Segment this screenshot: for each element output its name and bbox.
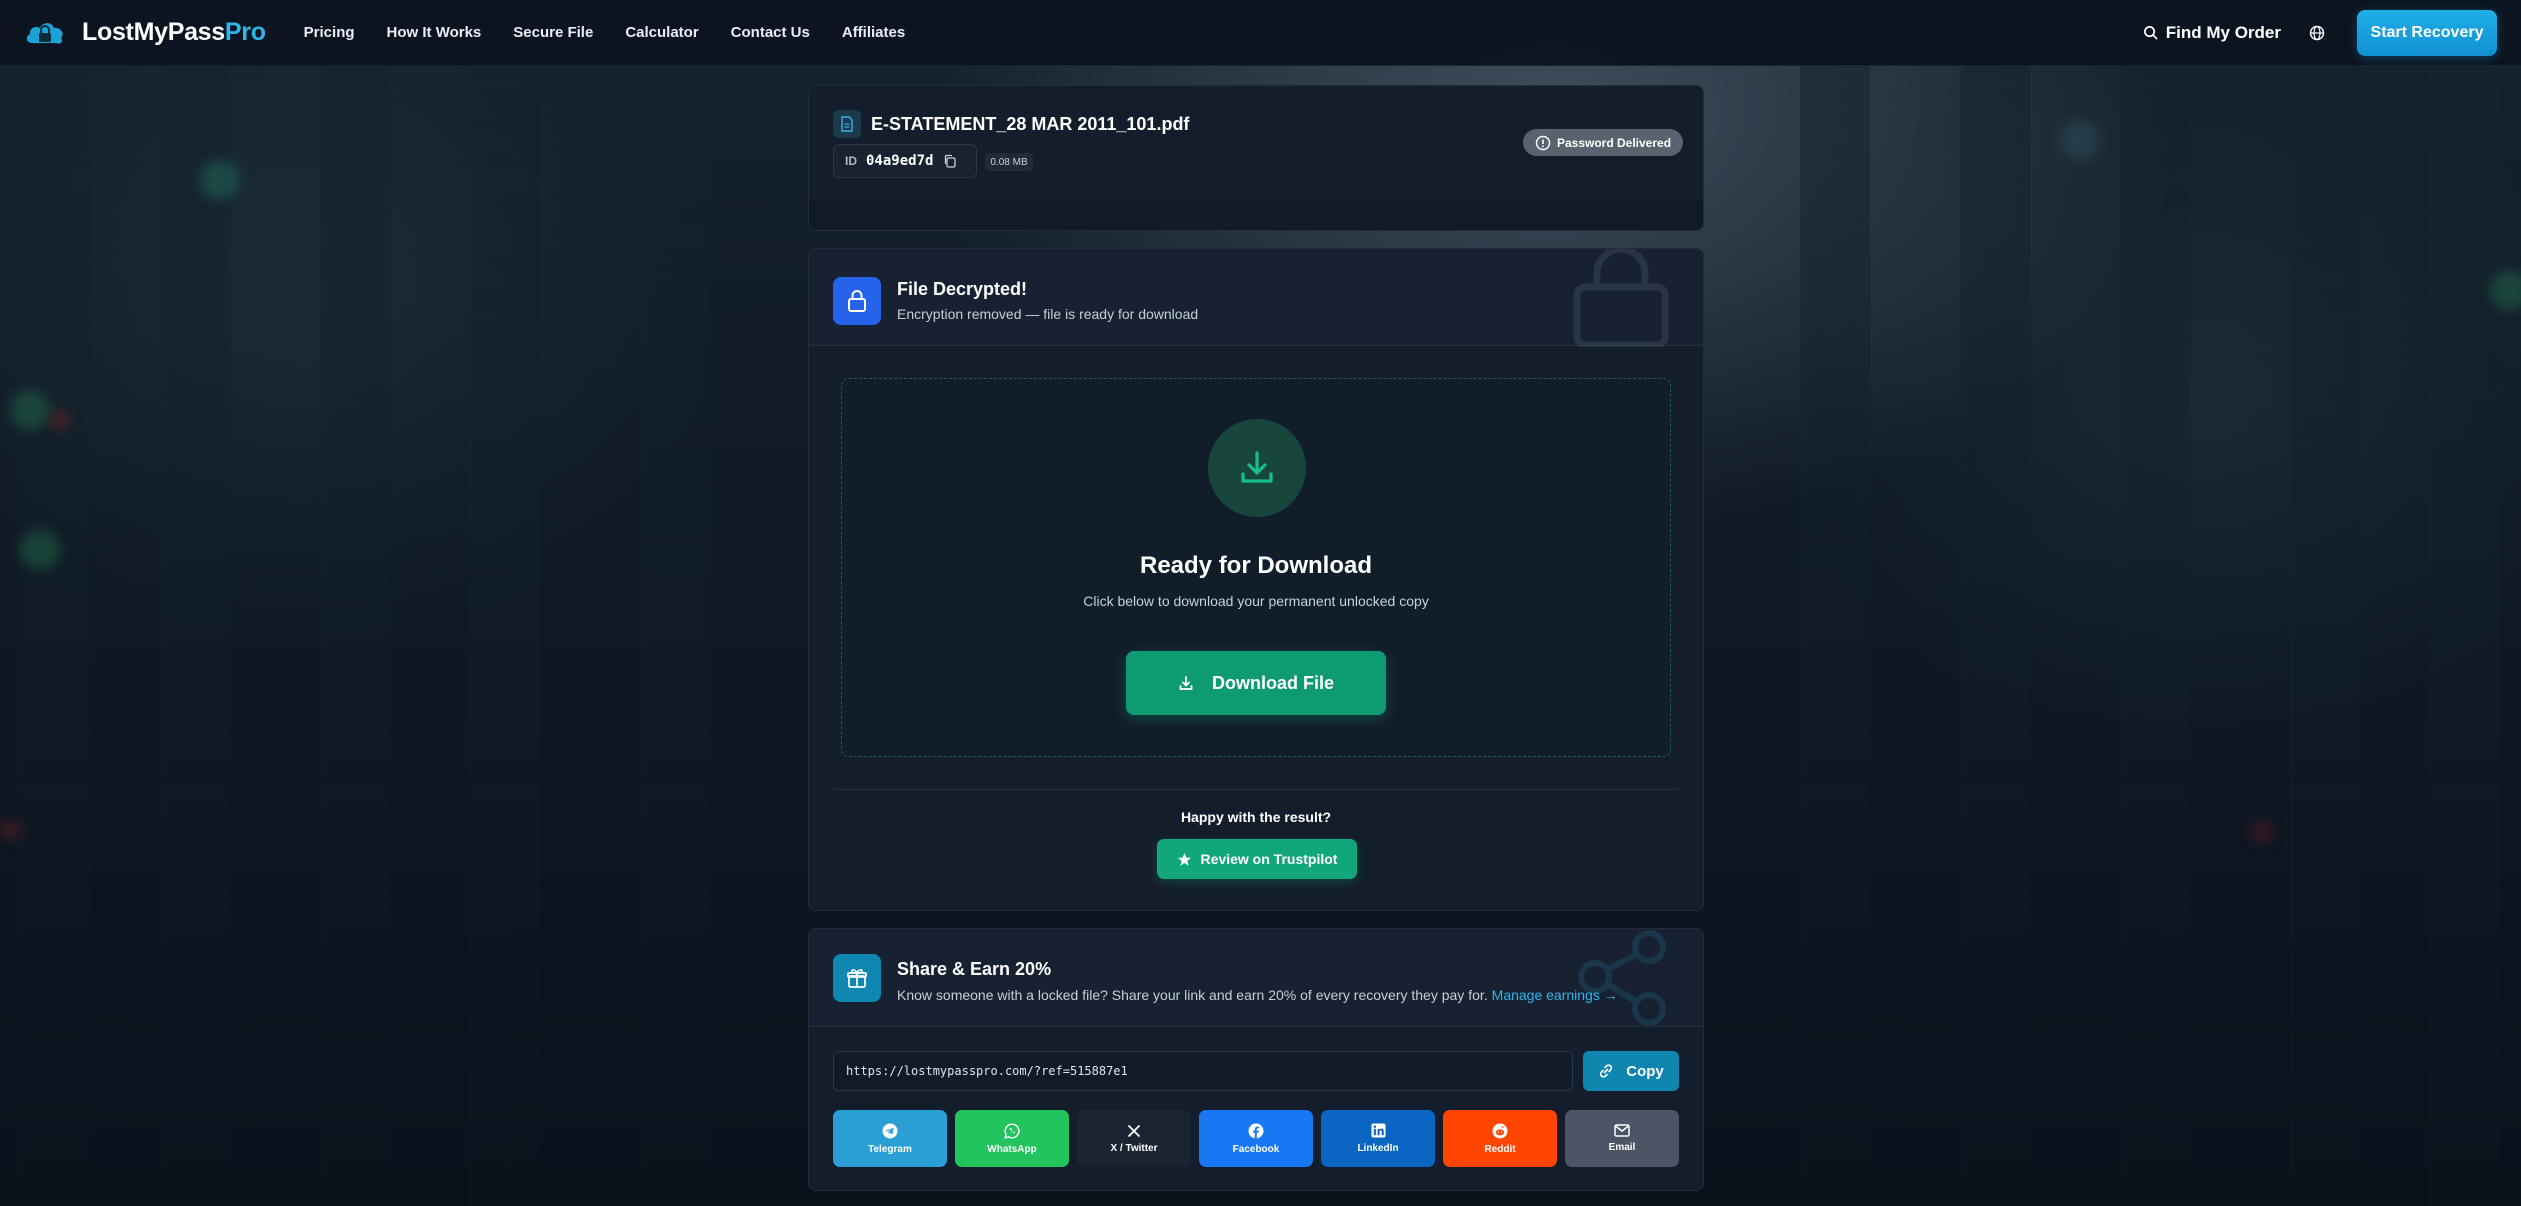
nav-link-pricing[interactable]: Pricing <box>304 24 355 41</box>
nav-link-affiliates[interactable]: Affiliates <box>842 24 905 41</box>
nav-link-how-it-works[interactable]: How It Works <box>387 24 482 41</box>
share-reddit-button[interactable]: Reddit <box>1443 1110 1557 1167</box>
document-icon <box>833 110 861 138</box>
share-whatsapp-button[interactable]: WhatsApp <box>955 1110 1069 1167</box>
social-share-buttons: Telegram WhatsApp X / Twitter Facebook L… <box>833 1110 1687 1167</box>
link-icon <box>1600 1064 1613 1078</box>
share-earn-card: Share & Earn 20% Know someone with a loc… <box>808 928 1704 1191</box>
globe-icon <box>2309 25 2325 40</box>
nav-actions: Find My Order Start Recovery <box>2143 9 2497 56</box>
feedback-prompt: Happy with the result? <box>1180 809 1332 825</box>
decrypted-subtitle: Encryption removed — file is ready for d… <box>897 306 1199 322</box>
copy-link-button[interactable]: Copy <box>1583 1051 1679 1091</box>
file-id-value: 04a9ed7d <box>866 153 934 169</box>
referral-link-input[interactable] <box>833 1051 1573 1091</box>
file-title-row: E-STATEMENT_28 MAR 2011_101.pdf <box>833 110 1189 138</box>
download-button-label: Download File <box>1211 672 1334 693</box>
telegram-icon <box>882 1123 898 1138</box>
download-file-button[interactable]: Download File <box>1126 651 1386 715</box>
download-circle-icon <box>1208 419 1306 517</box>
whatsapp-icon <box>1004 1122 1020 1139</box>
search-icon <box>2143 26 2158 40</box>
main-menu: Pricing How It Works Secure File Calcula… <box>304 24 938 41</box>
file-id-label: ID <box>845 154 857 168</box>
linkedin-icon <box>1370 1123 1386 1138</box>
share-linkedin-button[interactable]: LinkedIn <box>1321 1110 1435 1167</box>
file-id-chip: ID 04a9ed7d <box>833 144 977 178</box>
file-size-badge: 0.08 MB <box>985 153 1033 171</box>
nav-link-secure-file[interactable]: Secure File <box>513 24 593 41</box>
decrypted-header: File Decrypted! Encryption removed — fil… <box>809 249 1703 347</box>
start-recovery-button[interactable]: Start Recovery <box>2357 9 2497 56</box>
copy-button-label: Copy <box>1626 1062 1664 1080</box>
download-area: Ready for Download Click below to downlo… <box>841 378 1671 757</box>
download-icon <box>1179 676 1193 690</box>
share-facebook-button[interactable]: Facebook <box>1199 1110 1313 1167</box>
language-selector[interactable] <box>2309 25 2325 41</box>
copy-id-icon[interactable] <box>943 154 957 168</box>
x-logo-icon <box>1127 1124 1141 1137</box>
share-watermark-icon <box>1578 930 1666 1026</box>
find-order-link[interactable]: Find My Order <box>2143 23 2281 43</box>
divider <box>833 789 1679 790</box>
gift-icon <box>833 954 881 1002</box>
share-email-button[interactable]: Email <box>1565 1110 1679 1167</box>
star-icon <box>1177 852 1191 866</box>
mail-icon <box>1614 1124 1630 1137</box>
info-circle-icon <box>1535 135 1551 150</box>
brand-name: LostMyPassPro <box>82 18 266 46</box>
ready-subtitle: Click below to download your permanent u… <box>1083 593 1429 609</box>
trustpilot-button-label: Review on Trustpilot <box>1200 851 1338 867</box>
nav-link-calculator[interactable]: Calculator <box>625 24 698 41</box>
lock-watermark-icon <box>1573 249 1669 347</box>
top-navbar: LostMyPassPro Pricing How It Works Secur… <box>0 0 2521 66</box>
nav-link-contact-us[interactable]: Contact Us <box>731 24 810 41</box>
card-footer-strip <box>809 198 1703 230</box>
decrypted-title: File Decrypted! <box>897 279 1028 299</box>
decrypted-card: File Decrypted! Encryption removed — fil… <box>808 248 1704 911</box>
share-title: Share & Earn 20% <box>897 959 1052 979</box>
share-subtitle: Know someone with a locked file? Share y… <box>897 987 1618 1003</box>
find-order-label: Find My Order <box>2165 22 2281 42</box>
unlock-icon <box>833 277 881 325</box>
reddit-icon <box>1492 1123 1508 1138</box>
facebook-icon <box>1248 1123 1264 1138</box>
file-info-card: E-STATEMENT_28 MAR 2011_101.pdf ID 04a9e… <box>808 85 1704 231</box>
ready-title: Ready for Download <box>1139 552 1373 579</box>
file-name: E-STATEMENT_28 MAR 2011_101.pdf <box>871 113 1190 134</box>
trustpilot-review-button[interactable]: Review on Trustpilot <box>1157 839 1357 879</box>
status-label: Password Delivered <box>1556 135 1672 150</box>
status-badge: Password Delivered <box>1523 129 1683 156</box>
share-header: Share & Earn 20% Know someone with a loc… <box>809 929 1703 1027</box>
cloud-lock-logo-icon <box>26 22 63 44</box>
share-x-twitter-button[interactable]: X / Twitter <box>1077 1110 1191 1167</box>
share-telegram-button[interactable]: Telegram <box>833 1110 947 1167</box>
brand[interactable]: LostMyPassPro <box>24 18 266 47</box>
